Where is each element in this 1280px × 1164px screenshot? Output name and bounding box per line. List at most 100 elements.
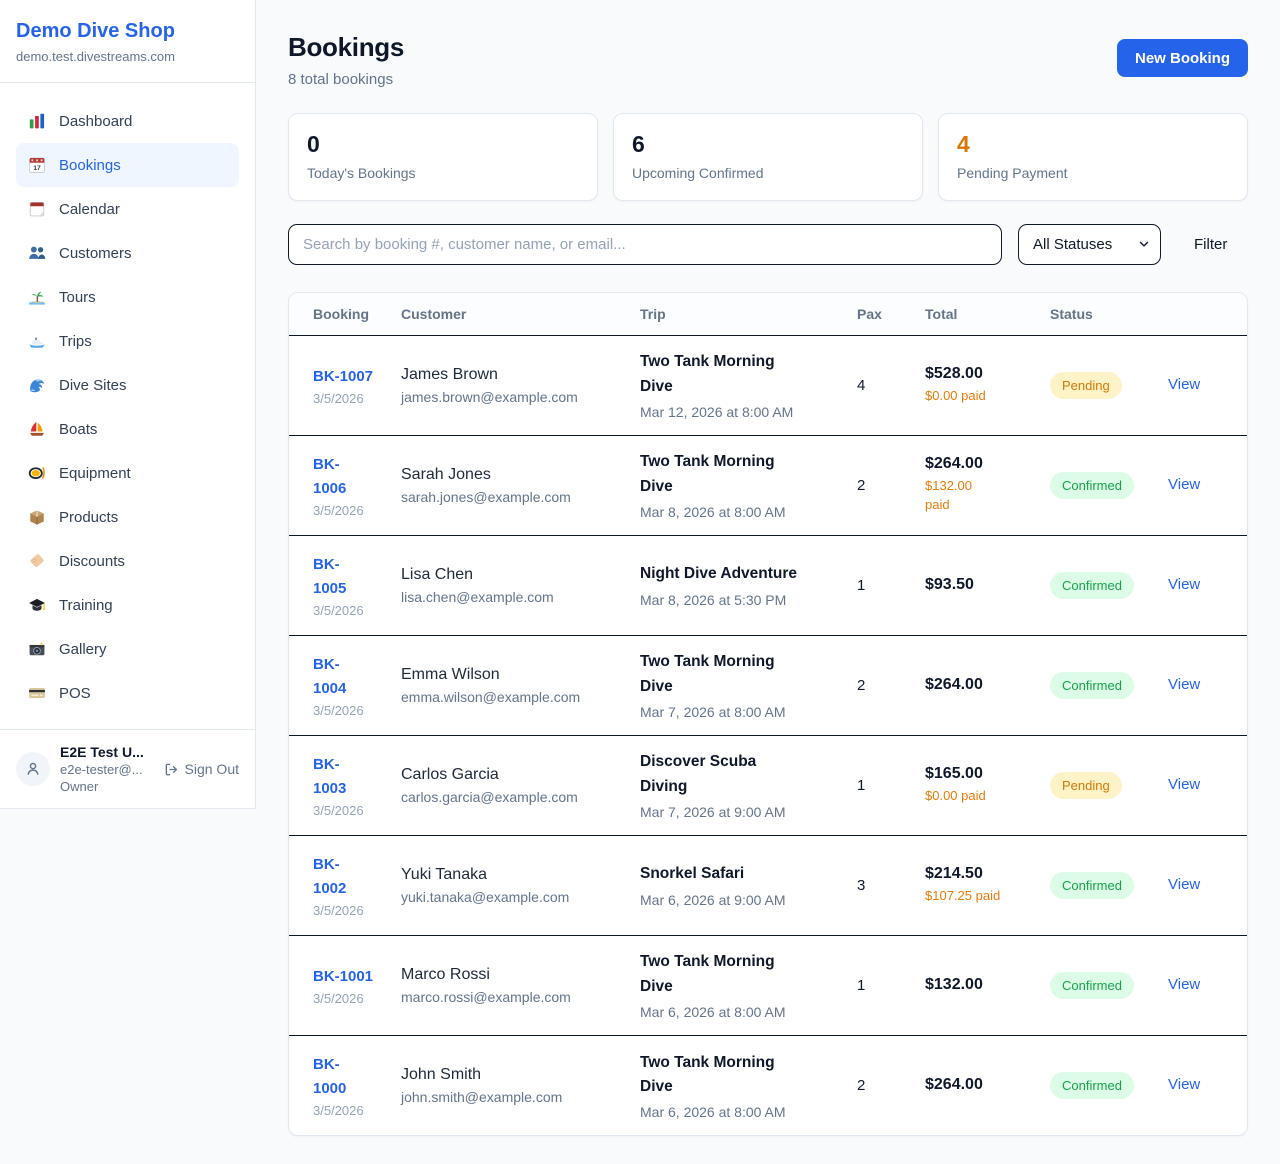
booking-id-link[interactable]: BK- 1005 <box>313 553 346 601</box>
sidebar-item-calendar[interactable]: Calendar <box>16 187 239 231</box>
sidebar-item-gallery[interactable]: Gallery <box>16 627 239 671</box>
pax-count: 1 <box>857 735 925 835</box>
sidebar-item-pos[interactable]: POS <box>16 671 239 715</box>
status-select[interactable]: All Statuses <box>1018 224 1161 265</box>
sidebar-item-label: Bookings <box>59 157 121 174</box>
booking-id-link[interactable]: BK- 1004 <box>313 653 346 701</box>
customer-name: Lisa Chen <box>401 566 630 584</box>
total-amount: $264.00 <box>925 455 1040 473</box>
customer-email: james.brown@example.com <box>401 389 630 405</box>
sidebar-item-products[interactable]: Products <box>16 495 239 539</box>
sidebar-item-label: Trips <box>59 333 92 350</box>
user-meta: E2E Test U... e2e-tester@... Owner <box>60 744 144 794</box>
page-title-block: Bookings 8 total bookings <box>288 32 404 88</box>
filter-button[interactable]: Filter <box>1194 236 1227 253</box>
booking-id-link[interactable]: BK- 1006 <box>313 453 346 501</box>
stats-row: 0 Today's Bookings 6 Upcoming Confirmed … <box>288 113 1248 201</box>
status-badge: Confirmed <box>1050 472 1134 499</box>
tag-icon <box>28 552 46 570</box>
trip-name: Snorkel Safari <box>640 862 847 886</box>
booking-id-link[interactable]: BK-1001 <box>313 965 373 989</box>
sign-out-button[interactable]: Sign Out <box>164 761 239 777</box>
table-row: BK- 1004 3/5/2026 Emma Wilson emma.wilso… <box>289 635 1247 735</box>
view-link[interactable]: View <box>1168 776 1200 793</box>
column-header-pax: Pax <box>857 293 925 335</box>
stat-value: 0 <box>307 131 579 158</box>
booking-id-link[interactable]: BK- 1002 <box>313 853 346 901</box>
sidebar-item-label: Products <box>59 509 118 526</box>
trip-name: Two Tank Morning Dive <box>640 350 847 398</box>
people-icon <box>28 244 46 262</box>
sign-out-label: Sign Out <box>185 761 239 777</box>
stat-value: 4 <box>957 131 1229 158</box>
page-header: Bookings 8 total bookings New Booking <box>288 32 1248 88</box>
column-header-customer: Customer <box>401 293 640 335</box>
sidebar-item-boats[interactable]: Boats <box>16 407 239 451</box>
view-link[interactable]: View <box>1168 676 1200 693</box>
pax-count: 1 <box>857 535 925 635</box>
trip-name: Two Tank Morning Dive <box>640 1051 847 1099</box>
sidebar-item-bookings[interactable]: 17 Bookings <box>16 143 239 187</box>
trip-name: Night Dive Adventure <box>640 562 847 586</box>
view-link[interactable]: View <box>1168 876 1200 893</box>
customer-name: John Smith <box>401 1066 630 1084</box>
customer-email: yuki.tanaka@example.com <box>401 889 630 905</box>
column-header-trip: Trip <box>640 293 857 335</box>
customer-name: Sarah Jones <box>401 466 630 484</box>
filter-row: All Statuses Filter <box>288 224 1248 265</box>
status-badge: Confirmed <box>1050 572 1134 599</box>
total-amount: $214.50 <box>925 865 1040 883</box>
svg-text:17: 17 <box>33 165 41 172</box>
column-header-status: Status <box>1050 293 1168 335</box>
total-amount: $264.00 <box>925 676 1040 694</box>
view-link[interactable]: View <box>1168 976 1200 993</box>
sidebar-item-label: POS <box>59 685 91 702</box>
sidebar-item-label: Boats <box>59 421 97 438</box>
sidebar-item-tours[interactable]: Tours <box>16 275 239 319</box>
logout-icon <box>164 762 179 777</box>
bookings-table: Booking Customer Trip Pax Total Status B… <box>289 293 1247 1135</box>
new-booking-button[interactable]: New Booking <box>1117 39 1248 77</box>
sidebar-item-dive-sites[interactable]: Dive Sites <box>16 363 239 407</box>
pax-count: 2 <box>857 635 925 735</box>
bookings-table-card: Booking Customer Trip Pax Total Status B… <box>288 292 1248 1136</box>
camera-icon <box>28 640 46 658</box>
view-link[interactable]: View <box>1168 576 1200 593</box>
sidebar-item-trips[interactable]: Trips <box>16 319 239 363</box>
pax-count: 1 <box>857 935 925 1035</box>
booking-date: 3/5/2026 <box>313 803 391 818</box>
status-select-wrap: All Statuses <box>1018 224 1161 265</box>
booking-id-link[interactable]: BK- 1003 <box>313 753 346 801</box>
table-row: BK-1001 3/5/2026 Marco Rossi marco.rossi… <box>289 935 1247 1035</box>
sidebar-item-equipment[interactable]: Equipment <box>16 451 239 495</box>
booking-id-link[interactable]: BK- 1000 <box>313 1053 346 1101</box>
view-link[interactable]: View <box>1168 1076 1200 1093</box>
view-link[interactable]: View <box>1168 376 1200 393</box>
sidebar-item-discounts[interactable]: Discounts <box>16 539 239 583</box>
credit-card-icon <box>28 684 46 702</box>
sidebar-item-label: Training <box>59 597 113 614</box>
stat-label: Upcoming Confirmed <box>632 165 904 181</box>
page-title: Bookings <box>288 32 404 63</box>
sidebar-item-training[interactable]: Training <box>16 583 239 627</box>
amount-paid: $107.25 paid <box>925 887 1040 906</box>
sidebar-item-label: Equipment <box>59 465 131 482</box>
speedboat-icon <box>28 332 46 350</box>
status-badge: Pending <box>1050 772 1122 799</box>
bar-chart-icon <box>28 112 46 130</box>
pax-count: 2 <box>857 435 925 535</box>
trip-date: Mar 12, 2026 at 8:00 AM <box>640 404 847 420</box>
sidebar-item-customers[interactable]: Customers <box>16 231 239 275</box>
search-input[interactable] <box>288 224 1002 265</box>
stat-card-upcoming-confirmed: 6 Upcoming Confirmed <box>613 113 923 201</box>
customer-email: john.smith@example.com <box>401 1089 630 1105</box>
booking-id-link[interactable]: BK-1007 <box>313 365 373 389</box>
page-subtitle: 8 total bookings <box>288 71 404 88</box>
column-header-view <box>1168 293 1247 335</box>
total-amount: $264.00 <box>925 1076 1040 1094</box>
sidebar-item-dashboard[interactable]: Dashboard <box>16 99 239 143</box>
table-row: BK-1007 3/5/2026 James Brown james.brown… <box>289 335 1247 435</box>
user-name: E2E Test U... <box>60 744 144 760</box>
view-link[interactable]: View <box>1168 476 1200 493</box>
amount-paid: $132.00 paid <box>925 477 1040 515</box>
